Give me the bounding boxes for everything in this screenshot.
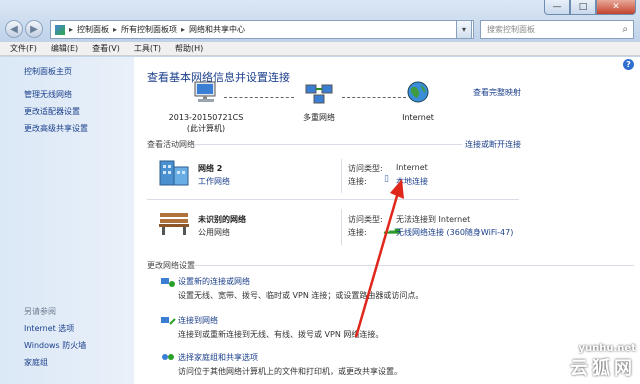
change-adapter-link[interactable]: 更改适配器设置 — [24, 106, 88, 117]
back-button[interactable]: ◀ — [5, 20, 23, 38]
column-divider — [341, 159, 342, 193]
homegroup-task: 选择家庭组和共享选项 访问位于其他网络计算机上的文件和打印机，或更改共享设置。 — [162, 352, 402, 377]
see-full-map-link[interactable]: 查看完整映射 — [473, 87, 521, 98]
left-tasks: 管理无线网络 更改适配器设置 更改高级共享设置 — [24, 89, 88, 134]
menu-file[interactable]: 文件(F) — [10, 43, 37, 54]
close-button[interactable]: ✕ — [596, 0, 636, 15]
menu-view[interactable]: 查看(V) — [92, 43, 120, 54]
network-2-name: 网络 2 — [198, 164, 223, 173]
help-icon[interactable]: ? — [623, 59, 634, 70]
public-network-label: 公用网络 — [198, 228, 230, 237]
forward-button[interactable]: ▶ — [25, 20, 43, 38]
work-network-link[interactable]: 工作网络 — [198, 176, 230, 187]
network-sharing-center-window: — □ ✕ ◀ ▶ ▸ 控制面板 ▸ 所有控制面板项 ▸ 网络和共享中心 ▾ 搜… — [0, 0, 640, 384]
see-also-list: Internet 选项 Windows 防火墙 家庭组 — [24, 323, 86, 368]
breadcrumb-separator-icon: ▸ — [113, 25, 118, 34]
maximize-button[interactable]: □ — [570, 0, 596, 15]
map-node-internet: Internet — [392, 79, 444, 123]
map-node-multiple-networks: 多重网络 — [284, 79, 354, 123]
homegroup-sharing-desc: 访问位于其他网络计算机上的文件和打印机，或更改共享设置。 — [178, 367, 402, 376]
section-divider — [194, 265, 634, 266]
internet-label: Internet — [402, 113, 434, 122]
computer-name: 2013-20150721CS — [168, 113, 244, 122]
watermark-text: 云狐网 — [570, 358, 636, 379]
title-bar: — □ ✕ ◀ ▶ ▸ 控制面板 ▸ 所有控制面板项 ▸ 网络和共享中心 ▾ 搜… — [0, 0, 640, 42]
back-arrow-icon: ◀ — [10, 23, 18, 35]
multiple-networks-label: 多重网络 — [303, 113, 335, 122]
window-controls: — □ ✕ — [544, 0, 636, 15]
menu-tools[interactable]: 工具(T) — [134, 43, 161, 54]
address-dropdown-button[interactable]: ▾ — [456, 20, 472, 39]
watermark: yunhu.net 云狐网 — [570, 343, 636, 380]
internet-options-link[interactable]: Internet 选项 — [24, 323, 86, 334]
annotation-arrow-icon — [354, 179, 404, 338]
watermark-url: yunhu.net — [578, 343, 636, 354]
computer-sub: (此计算机) — [186, 124, 226, 133]
search-icon[interactable]: ⌕ — [622, 24, 628, 35]
access-type-value: Internet — [396, 163, 428, 172]
breadcrumb-all-items[interactable]: 所有控制面板项 — [121, 24, 177, 35]
breadcrumb-control-panel[interactable]: 控制面板 — [77, 24, 109, 35]
menu-help[interactable]: 帮助(H) — [175, 43, 203, 54]
section-divider — [147, 199, 519, 200]
chevron-down-icon: ▾ — [461, 25, 466, 34]
homegroup-sharing-link[interactable]: 选择家庭组和共享选项 — [154, 352, 402, 363]
menu-bar: 文件(F) 编辑(E) 查看(V) 工具(T) 帮助(H) — [0, 42, 640, 56]
windows-firewall-link[interactable]: Windows 防火墙 — [24, 340, 86, 351]
homegroup-link[interactable]: 家庭组 — [24, 357, 86, 368]
connect-disconnect-link[interactable]: 连接或断开连接 — [465, 139, 521, 150]
map-node-computer: 2013-20150721CS (此计算机) — [164, 79, 248, 134]
change-sharing-link[interactable]: 更改高级共享设置 — [24, 123, 88, 134]
breadcrumb-separator-icon: ▸ — [69, 25, 74, 34]
change-settings-label: 更改网络设置 — [147, 261, 195, 270]
address-bar[interactable]: ▸ 控制面板 ▸ 所有控制面板项 ▸ 网络和共享中心 — [50, 20, 474, 39]
left-pane: 控制面板主页 管理无线网络 更改适配器设置 更改高级共享设置 另请参阅 Inte… — [0, 57, 134, 384]
section-divider — [194, 144, 462, 145]
access-type-label: 访问类型: — [348, 164, 383, 173]
breadcrumb-network-center[interactable]: 网络和共享中心 — [189, 24, 245, 35]
search-input[interactable]: 搜索控制面板 ⌕ — [480, 20, 634, 39]
minimize-button[interactable]: — — [544, 0, 570, 15]
menu-edit[interactable]: 编辑(E) — [51, 43, 78, 54]
unidentified-network-name: 未识别的网络 — [198, 215, 246, 224]
control-panel-home-link[interactable]: 控制面板主页 — [24, 66, 72, 77]
column-divider — [341, 209, 342, 245]
manage-wireless-link[interactable]: 管理无线网络 — [24, 89, 88, 100]
see-also-label: 另请参阅 — [24, 307, 56, 316]
forward-arrow-icon: ▶ — [30, 23, 38, 35]
network-icon — [305, 84, 333, 104]
computer-icon — [194, 81, 216, 102]
bench-icon — [159, 213, 189, 235]
control-panel-icon — [55, 24, 65, 35]
main-content: ? 查看基本网络信息并设置连接 查看完整映射 2013-20150721CS (… — [134, 57, 640, 384]
search-placeholder: 搜索控制面板 — [487, 25, 535, 34]
breadcrumb-separator-icon: ▸ — [181, 25, 186, 34]
active-networks-label: 查看活动网络 — [147, 140, 195, 149]
globe-icon — [407, 81, 429, 103]
building-icon — [159, 160, 189, 186]
